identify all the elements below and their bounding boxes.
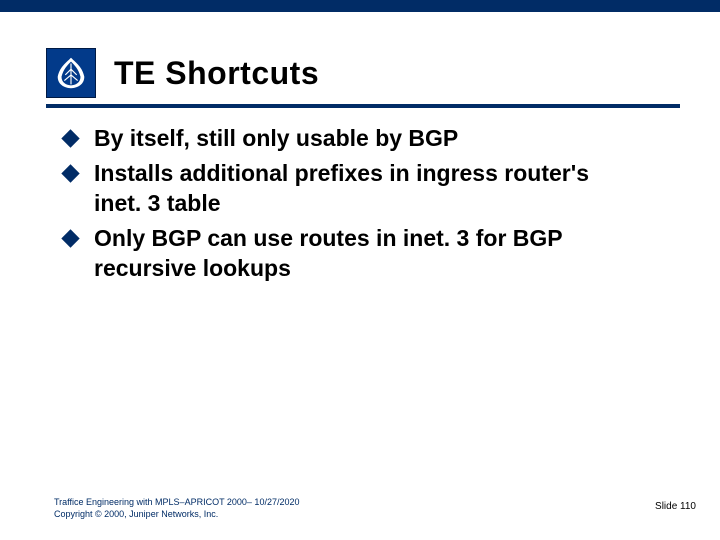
bullet-list: By itself, still only usable by BGP Inst… bbox=[64, 124, 630, 283]
slide-header: TE Shortcuts bbox=[46, 48, 680, 108]
footer: Traffice Engineering with MPLS–APRICOT 2… bbox=[54, 496, 299, 520]
diamond-bullet-icon bbox=[61, 129, 79, 147]
title-underline bbox=[46, 104, 680, 108]
footer-line-2: Copyright © 2000, Juniper Networks, Inc. bbox=[54, 508, 299, 520]
slide-number: Slide 110 bbox=[655, 501, 696, 512]
slide-body: By itself, still only usable by BGP Inst… bbox=[64, 124, 630, 289]
bullet-text: By itself, still only usable by BGP bbox=[94, 125, 458, 151]
list-item: Installs additional prefixes in ingress … bbox=[64, 159, 630, 218]
slide-title: TE Shortcuts bbox=[114, 55, 319, 92]
list-item: Only BGP can use routes in inet. 3 for B… bbox=[64, 224, 630, 283]
juniper-logo bbox=[46, 48, 96, 98]
footer-line-1: Traffice Engineering with MPLS–APRICOT 2… bbox=[54, 496, 299, 508]
diamond-bullet-icon bbox=[61, 230, 79, 248]
leaf-icon bbox=[52, 54, 90, 92]
bullet-text: Installs additional prefixes in ingress … bbox=[94, 160, 589, 215]
header-row: TE Shortcuts bbox=[46, 48, 680, 98]
slide: TE Shortcuts By itself, still only usabl… bbox=[0, 0, 720, 540]
diamond-bullet-icon bbox=[61, 165, 79, 183]
list-item: By itself, still only usable by BGP bbox=[64, 124, 630, 153]
top-accent-bar bbox=[0, 0, 720, 12]
bullet-text: Only BGP can use routes in inet. 3 for B… bbox=[94, 225, 562, 280]
